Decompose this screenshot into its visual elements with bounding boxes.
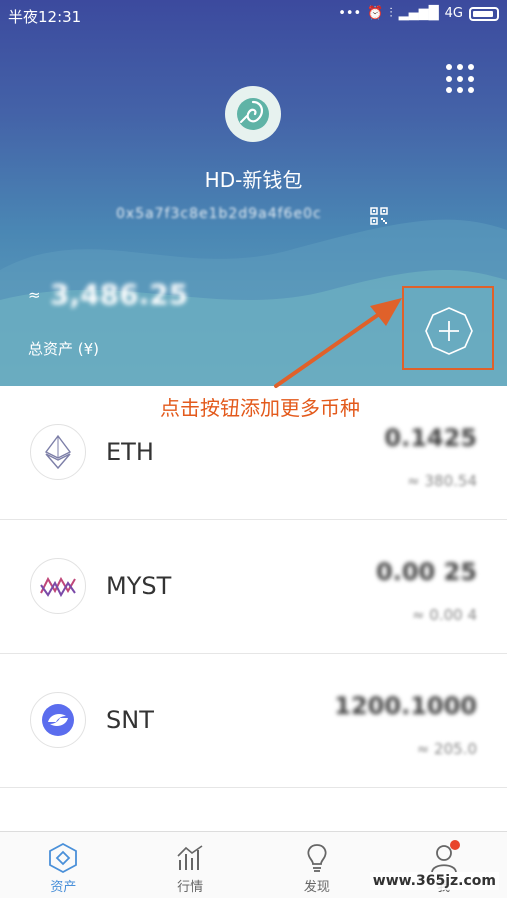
token-amount: 0.00 25 [376, 558, 477, 586]
network-type: 4G [444, 6, 463, 21]
wallet-address[interactable]: 0x5a7f3c8e1b2d9a4f6e0c [116, 206, 352, 226]
token-row-snt[interactable]: SNT 1200.1000 ≈ 205.0 [0, 654, 507, 788]
lightbulb-icon [307, 844, 327, 872]
nav-tab-assets[interactable]: 资产 [0, 832, 127, 898]
token-symbol: SNT [106, 706, 154, 734]
qr-code-icon[interactable] [370, 207, 388, 225]
shell-icon [237, 98, 269, 130]
alarm-icon: ⏰ [367, 6, 384, 21]
signal-icon: ▂▄▆█ [398, 6, 439, 21]
nav-label: 行情 [177, 880, 204, 895]
menu-grid-icon[interactable] [446, 64, 476, 94]
more-icon: ••• [338, 6, 362, 21]
annotation-text: 点击按钮添加更多币种 [160, 396, 360, 420]
nav-label: 资产 [50, 880, 77, 895]
watermark: www.365jz.com [369, 872, 499, 890]
token-amount: 1200.1000 [334, 692, 477, 720]
snt-icon [30, 692, 86, 748]
nav-tab-discover[interactable]: 发现 [254, 832, 381, 898]
nav-tab-market[interactable]: 行情 [127, 832, 254, 898]
myst-icon [30, 558, 86, 614]
token-amount: 0.1425 [384, 424, 477, 452]
token-fiat-value: ≈ 380.54 [407, 472, 477, 490]
nav-label: 发现 [303, 880, 330, 895]
token-fiat-value: ≈ 205.0 [416, 740, 477, 758]
total-asset-label: 总资产 (¥) [28, 340, 100, 358]
wallet-name[interactable]: HD-新钱包 [0, 164, 507, 193]
total-asset-value: 3,486.25 [50, 278, 189, 310]
add-token-button[interactable] [424, 306, 474, 356]
vibrate-icon: ⫶ [389, 6, 393, 21]
battery-icon [469, 6, 499, 21]
token-fiat-value: ≈ 0.00 4 [411, 606, 477, 624]
status-bar: 半夜12:31 ••• ⏰ ⫶ ▂▄▆█ 4G [0, 0, 507, 30]
token-row-myst[interactable]: MYST 0.00 25 ≈ 0.00 4 [0, 520, 507, 654]
eth-icon [30, 424, 86, 480]
market-chart-icon [177, 845, 203, 870]
status-icons: ••• ⏰ ⫶ ▂▄▆█ 4G [338, 6, 499, 21]
assets-icon [49, 842, 78, 874]
approx-symbol: ≈ [28, 286, 41, 304]
status-time: 半夜12:31 [8, 8, 82, 26]
token-symbol: MYST [106, 572, 172, 600]
wallet-avatar[interactable] [225, 86, 281, 142]
token-symbol: ETH [106, 438, 154, 466]
